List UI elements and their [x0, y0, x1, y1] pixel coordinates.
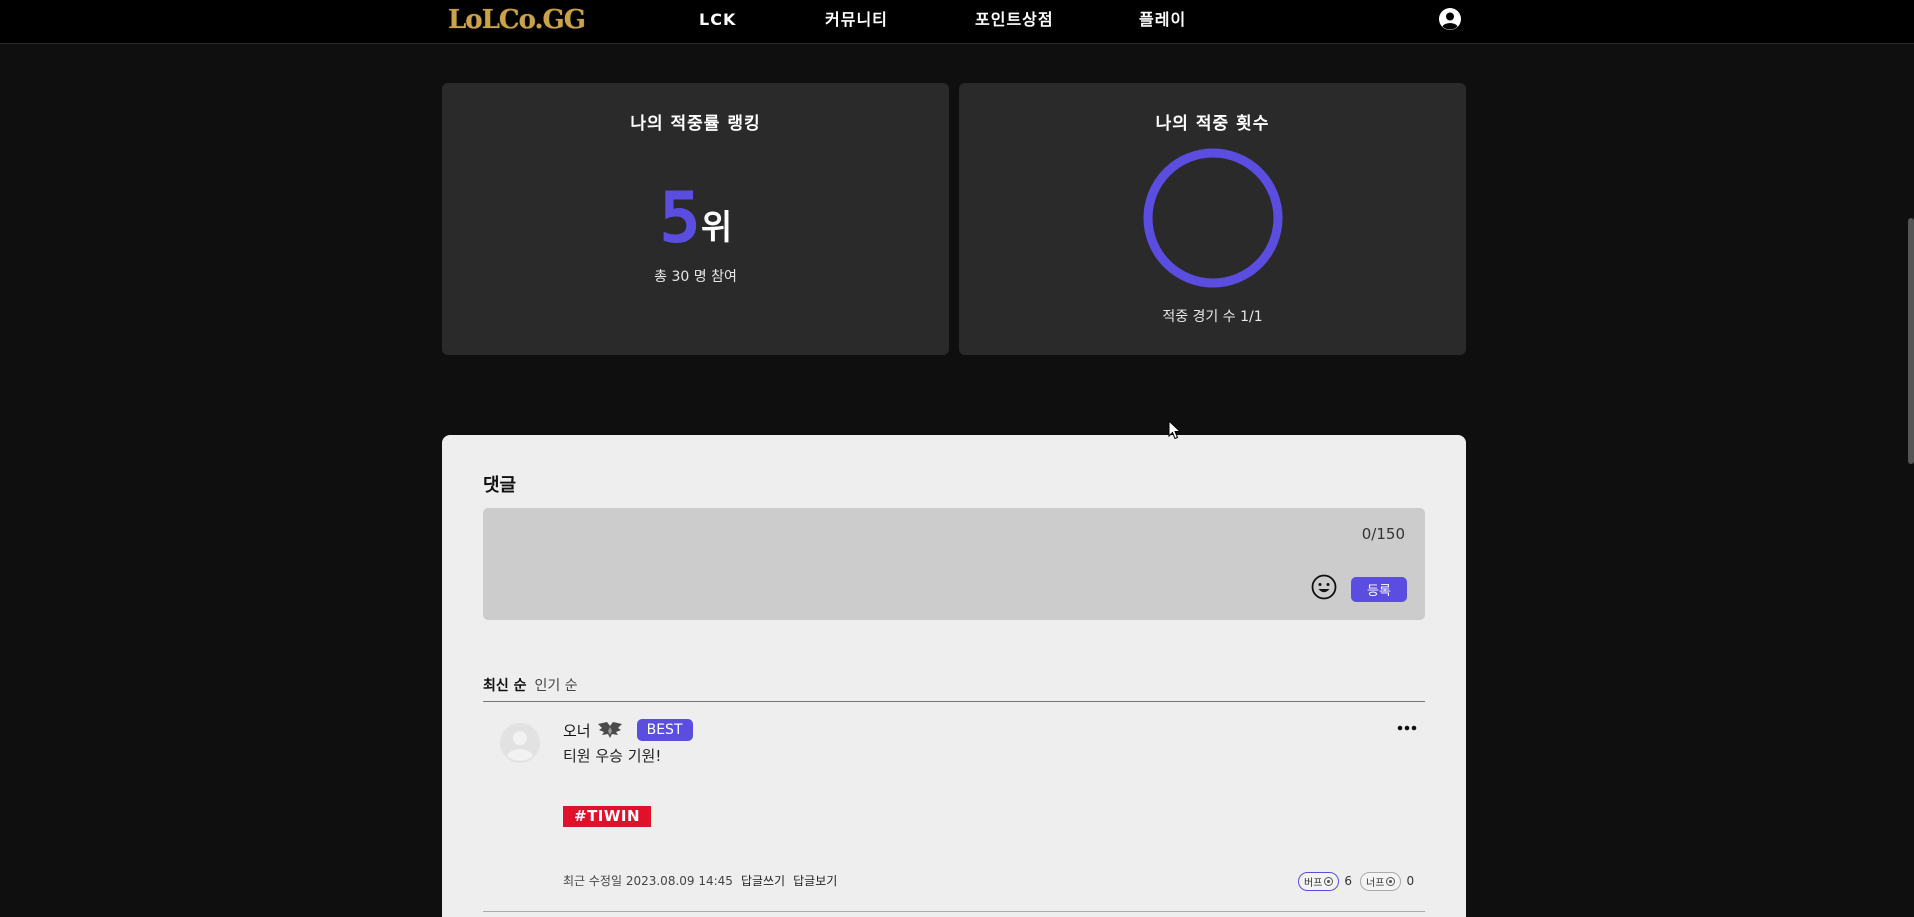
comments-divider: [483, 701, 1425, 702]
sort-latest-tab[interactable]: 최신 순: [483, 678, 527, 694]
comment-author[interactable]: 오너: [563, 720, 591, 741]
ranking-card-title: 나의 적중률 랭킹: [630, 114, 761, 134]
comments-title: 댓글: [483, 475, 517, 496]
comment-item-divider: [483, 911, 1425, 912]
nav-point-shop[interactable]: 포인트상점: [975, 8, 1054, 32]
hit-ratio-progress: [1143, 148, 1283, 288]
reaction-row: 버프 6 너프 0: [1298, 871, 1422, 891]
hit-ratio-ring: [1143, 148, 1283, 288]
edited-date: 최근 수정일 2023.08.09 14:45: [563, 874, 733, 888]
hit-summary: 적중 경기 수 1/1: [1162, 309, 1263, 325]
top-nav-bar: LoLCo.GG LCK 커뮤니티 포인트상점 플레이: [0, 0, 1914, 44]
participants-count: 총 30 명 참여: [654, 269, 737, 285]
char-counter: 0/150: [1361, 525, 1405, 543]
buff-button[interactable]: 버프: [1298, 871, 1340, 891]
rank-number: 5: [658, 177, 701, 259]
nerf-count: 0: [1406, 874, 1415, 888]
site-logo[interactable]: LoLCo.GG: [448, 4, 586, 36]
best-badge: BEST: [636, 719, 693, 741]
comment-meta: 최근 수정일 2023.08.09 14:45 답글쓰기 답글보기: [563, 872, 837, 889]
reply-write-link[interactable]: 답글쓰기: [741, 874, 785, 888]
nav-play[interactable]: 플레이: [1139, 8, 1186, 32]
sort-tabs: 최신 순 인기 순: [483, 675, 578, 695]
nerf-label: 너프: [1366, 877, 1385, 889]
rank-display: 5위: [442, 183, 949, 253]
user-account-icon[interactable]: [1438, 7, 1462, 31]
reply-view-link[interactable]: 답글보기: [793, 874, 837, 888]
buff-label: 버프: [1304, 877, 1323, 889]
submit-comment-button[interactable]: 등록: [1351, 577, 1407, 602]
emoji-icon[interactable]: [1311, 574, 1337, 600]
buff-count: 6: [1344, 874, 1353, 888]
rank-unit: 위: [700, 208, 733, 248]
comment-author-row: 오너 BEST: [563, 718, 693, 742]
avatar-icon: [500, 723, 540, 763]
tier-wings-icon: [597, 722, 622, 738]
hits-card: 나의 적중 횟수 적중 경기 수 1/1: [959, 83, 1466, 355]
comment-input[interactable]: 0/150 등록: [483, 508, 1425, 620]
buff-icon: [1324, 876, 1334, 886]
page-scrollbar[interactable]: [1908, 218, 1914, 464]
hits-card-title: 나의 적중 횟수: [1155, 114, 1270, 134]
sort-popular-tab[interactable]: 인기 순: [535, 678, 578, 694]
mouse-cursor-icon: [1168, 420, 1182, 440]
comment-body: 티원 우승 기원!: [563, 747, 662, 765]
nerf-icon: [1386, 876, 1396, 886]
comments-panel: 댓글 0/150 등록 최신 순 인기 순 오너 BEST 티원 우승 기원! #…: [442, 435, 1466, 917]
more-options-icon[interactable]: [1396, 723, 1418, 733]
ranking-card: 나의 적중률 랭킹 5위 총 30 명 참여: [442, 83, 949, 355]
nav-community[interactable]: 커뮤니티: [825, 8, 888, 32]
nav-lck[interactable]: LCK: [699, 8, 736, 32]
hashtag-badge: #TIWIN: [563, 806, 652, 827]
nerf-button[interactable]: 너프: [1360, 871, 1402, 891]
